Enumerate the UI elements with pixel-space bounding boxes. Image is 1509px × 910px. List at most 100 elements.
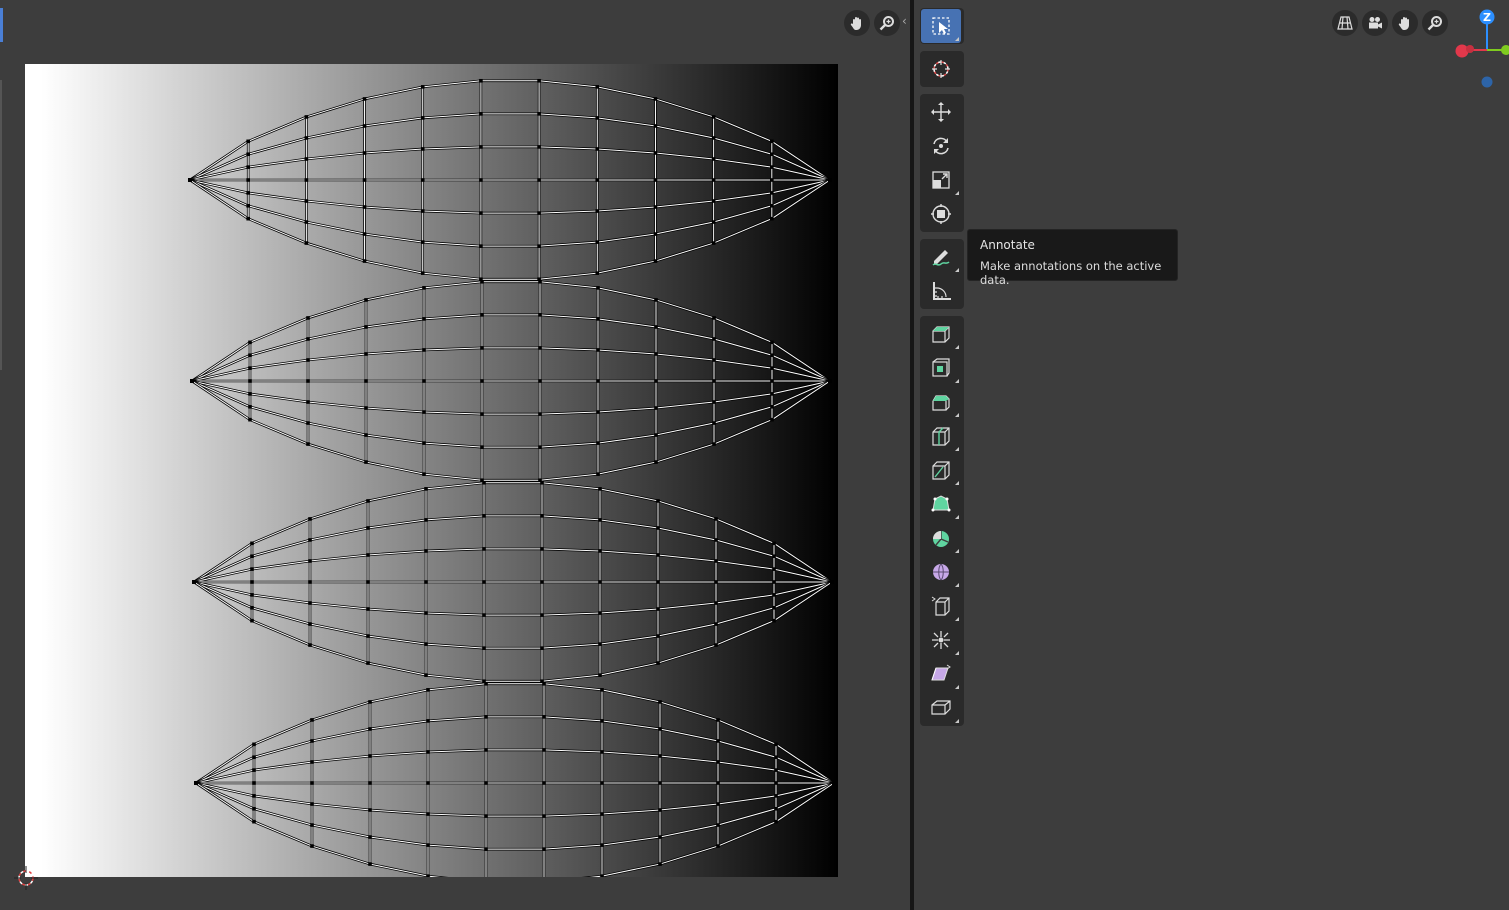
- uv-vertex[interactable]: [772, 554, 776, 559]
- uv-vertex[interactable]: [654, 325, 658, 329]
- uv-vertex[interactable]: [714, 622, 718, 626]
- uv-vertex[interactable]: [596, 317, 600, 321]
- uv-vertex[interactable]: [711, 241, 716, 245]
- uv-vertex[interactable]: [422, 410, 426, 414]
- tool-measure[interactable]: [921, 274, 961, 308]
- uv-vertex[interactable]: [542, 814, 546, 818]
- uv-vertex[interactable]: [364, 325, 368, 329]
- uv-vertex[interactable]: [304, 220, 309, 224]
- uv-vertex[interactable]: [712, 337, 716, 341]
- uv-vertex[interactable]: [538, 279, 542, 284]
- uv-vertex[interactable]: [426, 812, 430, 816]
- uv-vertex[interactable]: [364, 433, 368, 437]
- tool-rotate[interactable]: [921, 129, 961, 163]
- uv-vertex[interactable]: [422, 317, 426, 321]
- tool-shear[interactable]: [921, 657, 961, 691]
- uv-vertex[interactable]: [596, 286, 600, 290]
- uv-vertex[interactable]: [364, 460, 368, 464]
- uv-vertex[interactable]: [772, 605, 776, 610]
- uv-vertex[interactable]: [368, 754, 372, 758]
- uv-vertex[interactable]: [306, 400, 310, 404]
- uv-vertex[interactable]: [538, 346, 542, 350]
- uv-vertex[interactable]: [306, 358, 310, 362]
- zoom-magnifier-icon[interactable]: [874, 10, 900, 36]
- uv-vertex[interactable]: [598, 580, 602, 584]
- uv-island[interactable]: [192, 480, 834, 684]
- uv-vertex[interactable]: [194, 781, 198, 785]
- uv-vertex[interactable]: [716, 823, 720, 827]
- uv-vertex[interactable]: [304, 178, 309, 182]
- uv-vertex[interactable]: [484, 847, 488, 851]
- gizmo-y-axis[interactable]: [1501, 45, 1509, 55]
- uv-vertex[interactable]: [770, 404, 774, 409]
- uv-vertex[interactable]: [422, 441, 426, 445]
- uv-vertex[interactable]: [362, 151, 367, 155]
- uv-vertex[interactable]: [368, 808, 372, 812]
- uv-vertex[interactable]: [479, 145, 483, 149]
- hand-pan-icon[interactable]: [1392, 10, 1418, 36]
- uv-vertex[interactable]: [362, 232, 367, 236]
- uv-vertex[interactable]: [772, 541, 776, 546]
- uv-vertex[interactable]: [538, 313, 542, 317]
- uv-vertex[interactable]: [712, 421, 716, 425]
- uv-vertex[interactable]: [712, 400, 716, 404]
- uv-vertex[interactable]: [306, 337, 310, 341]
- uv-vertex[interactable]: [248, 353, 252, 358]
- uv-vertex[interactable]: [364, 298, 368, 302]
- uv-vertex[interactable]: [712, 316, 716, 320]
- uv-vertex[interactable]: [308, 601, 312, 605]
- uv-vertex[interactable]: [252, 781, 256, 785]
- uv-vertex[interactable]: [774, 768, 778, 772]
- uv-vertex[interactable]: [188, 178, 192, 182]
- uv-vertex[interactable]: [192, 580, 196, 584]
- uv-vertex[interactable]: [595, 147, 600, 151]
- uv-vertex[interactable]: [484, 748, 488, 752]
- uv-vertex[interactable]: [424, 642, 428, 646]
- tool-bevel[interactable]: [921, 385, 961, 419]
- uv-vertex[interactable]: [658, 727, 662, 731]
- tool-shrink-fatten[interactable]: [921, 623, 961, 657]
- uv-vertex[interactable]: [596, 472, 600, 476]
- uv-vertex[interactable]: [426, 750, 430, 754]
- uv-vertex[interactable]: [426, 719, 430, 723]
- uv-vertex[interactable]: [598, 518, 602, 522]
- uv-vertex[interactable]: [653, 124, 658, 128]
- uv-vertex[interactable]: [537, 244, 541, 248]
- 2d-cursor-icon[interactable]: [14, 866, 38, 890]
- tool-loop-cut[interactable]: [921, 419, 961, 453]
- uv-vertex[interactable]: [542, 715, 546, 719]
- uv-vertex[interactable]: [426, 781, 430, 785]
- uv-vertex[interactable]: [248, 379, 252, 383]
- uv-vertex[interactable]: [714, 580, 718, 584]
- tool-select-box[interactable]: [921, 9, 961, 43]
- uv-vertex[interactable]: [304, 241, 309, 245]
- uv-vertex[interactable]: [368, 835, 372, 839]
- uv-vertex[interactable]: [598, 673, 602, 677]
- uv-vertex[interactable]: [482, 613, 486, 617]
- uv-vertex[interactable]: [479, 78, 483, 83]
- uv-vertex[interactable]: [540, 480, 544, 485]
- uv-vertex[interactable]: [828, 379, 832, 383]
- uv-vertex[interactable]: [308, 622, 312, 626]
- uv-vertex[interactable]: [712, 442, 716, 446]
- uv-vertex[interactable]: [772, 593, 776, 597]
- uv-vertex[interactable]: [537, 178, 541, 182]
- uv-vertex[interactable]: [770, 165, 774, 169]
- uv-vertex[interactable]: [480, 379, 484, 383]
- uv-vertex[interactable]: [598, 487, 602, 491]
- uv-vertex[interactable]: [653, 259, 658, 263]
- uv-vertex[interactable]: [308, 517, 312, 521]
- uv-vertex[interactable]: [362, 259, 367, 263]
- tool-move[interactable]: [921, 95, 961, 129]
- uv-vertex[interactable]: [774, 806, 778, 811]
- uv-vertex[interactable]: [310, 802, 314, 806]
- uv-vertex[interactable]: [596, 348, 600, 352]
- uv-mesh-overlay[interactable]: [25, 64, 838, 877]
- uv-vertex[interactable]: [479, 211, 483, 215]
- uv-vertex[interactable]: [598, 549, 602, 553]
- uv-vertex[interactable]: [480, 412, 484, 416]
- uv-vertex[interactable]: [420, 85, 425, 89]
- uv-island[interactable]: [190, 279, 832, 483]
- uv-vertex[interactable]: [362, 124, 367, 128]
- uv-vertex[interactable]: [595, 178, 600, 182]
